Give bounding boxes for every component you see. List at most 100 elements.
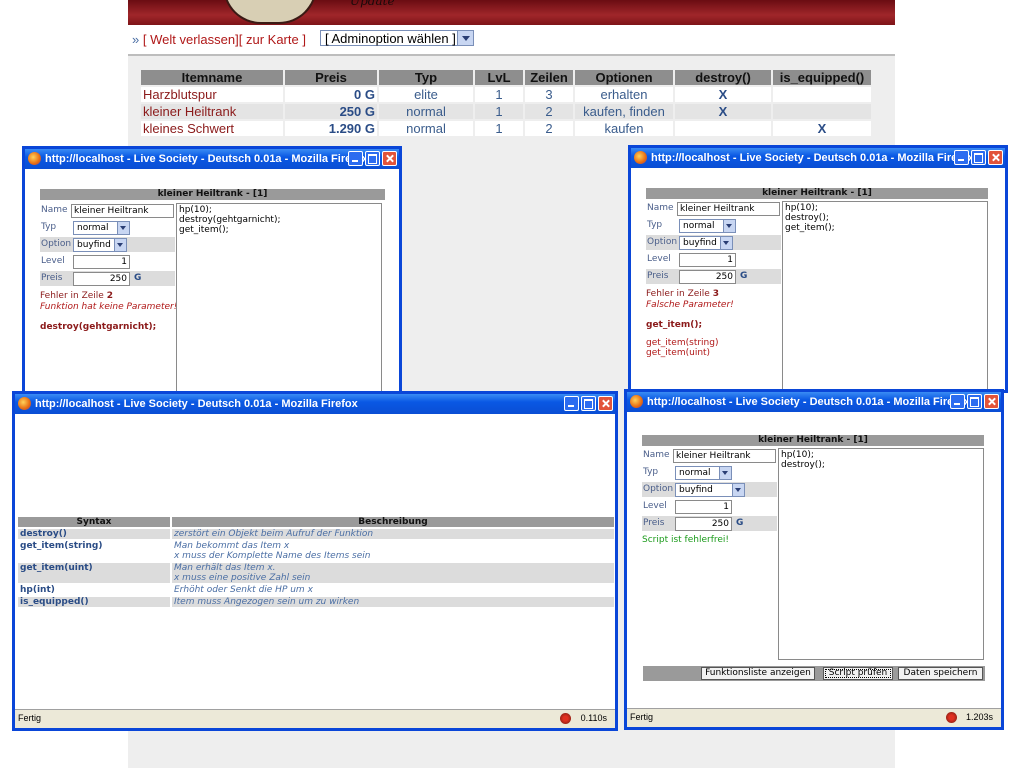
chevron-down-icon[interactable] <box>723 220 735 232</box>
chevron-down-icon[interactable] <box>457 31 473 45</box>
col-destroy: destroy() <box>675 70 771 85</box>
price-row: Preis 250 G <box>646 269 781 284</box>
chevron-down-icon[interactable] <box>117 222 129 234</box>
popup-window-editor-error-2[interactable]: http://localhost - Live Society - Deutsc… <box>628 145 1008 393</box>
level-field[interactable]: 1 <box>679 253 736 267</box>
function-table-header: Syntax Beschreibung <box>18 517 614 527</box>
option-select[interactable]: buyfind <box>73 238 127 252</box>
popup-window-function-list[interactable]: http://localhost - Live Society - Deutsc… <box>12 391 618 731</box>
close-icon[interactable] <box>984 394 999 409</box>
option-select[interactable]: buyfind <box>679 236 733 250</box>
check-script-button[interactable]: Script prüfen <box>823 667 893 680</box>
chevron-down-icon[interactable] <box>720 237 732 249</box>
close-icon[interactable] <box>382 151 397 166</box>
popup-window-editor-ok[interactable]: http://localhost - Live Society - Deutsc… <box>624 389 1004 730</box>
type-select[interactable]: normal <box>679 219 736 233</box>
price-currency: G <box>736 518 744 528</box>
chevron-down-icon[interactable] <box>114 239 126 251</box>
function-syntax: destroy() <box>18 529 170 539</box>
name-field[interactable]: kleiner Heiltrank <box>673 449 776 463</box>
table-row: hp(int) Erhöht oder Senkt die HP um x <box>18 585 614 595</box>
price-field[interactable]: 250 <box>675 517 732 531</box>
col-price: Preis <box>285 70 377 85</box>
window-titlebar[interactable]: http://localhost - Live Society - Deutsc… <box>631 148 1005 168</box>
option-label: Option <box>643 484 674 494</box>
script-editor[interactable]: hp(10); destroy(gehtgarnicht); get_item(… <box>176 203 382 393</box>
name-row: Name kleiner Heiltrank <box>646 201 781 216</box>
item-price: 0 G <box>285 87 377 102</box>
suggestion-1: get_item(string) <box>646 338 719 348</box>
item-name-link[interactable]: kleines Schwert <box>141 121 283 136</box>
maximize-icon[interactable] <box>581 396 596 411</box>
minimize-icon[interactable] <box>950 394 965 409</box>
price-currency: G <box>740 271 748 281</box>
window-titlebar[interactable]: http://localhost - Live Society - Deutsc… <box>627 392 1001 412</box>
type-select[interactable]: normal <box>73 221 130 235</box>
error-line-number: 3 <box>712 289 719 299</box>
table-row: destroy() zerstört ein Objekt beim Aufru… <box>18 529 614 539</box>
col-type: Typ <box>379 70 473 85</box>
type-value: normal <box>679 468 711 478</box>
close-icon[interactable] <box>988 150 1003 165</box>
type-row: Typ normal <box>40 220 175 235</box>
item-name-link[interactable]: Harzblutspur <box>141 87 283 102</box>
type-row: Typ normal <box>646 218 781 233</box>
logo-text: Update <box>350 0 395 8</box>
popup-window-editor-error-1[interactable]: http://localhost - Live Society - Deutsc… <box>22 146 402 396</box>
option-row: Option buyfind <box>646 235 781 250</box>
chevron-down-icon[interactable] <box>719 467 731 479</box>
function-syntax: get_item(string) <box>20 541 103 551</box>
item-equipped-flag <box>773 87 871 102</box>
script-editor[interactable]: hp(10); destroy(); get_item(); <box>782 201 988 390</box>
error-line-number: 2 <box>106 291 113 301</box>
table-row: kleiner Heiltrank 250 G normal 1 2 kaufe… <box>141 104 871 119</box>
error-code: get_item(); <box>646 320 703 330</box>
minimize-icon[interactable] <box>348 151 363 166</box>
status-text: Fertig <box>18 713 42 723</box>
save-data-button[interactable]: Daten speichern <box>898 667 983 680</box>
item-lines: 3 <box>525 87 573 102</box>
price-field[interactable]: 250 <box>73 272 130 286</box>
to-map-link[interactable]: zur Karte <box>246 32 299 47</box>
item-lvl: 1 <box>475 121 523 136</box>
error-code: destroy(gehtgarnicht); <box>40 322 157 332</box>
description-line-1: zerstört ein Objekt beim Aufruf der Funk… <box>174 529 374 539</box>
firebug-icon[interactable] <box>946 712 957 723</box>
minimize-icon[interactable] <box>954 150 969 165</box>
show-function-list-button[interactable]: Funktionsliste anzeigen <box>701 667 815 680</box>
price-label: Preis <box>41 273 63 283</box>
item-name-link[interactable]: kleiner Heiltrank <box>141 104 283 119</box>
name-field[interactable]: kleiner Heiltrank <box>677 202 780 216</box>
table-row: Harzblutspur 0 G elite 1 3 erhalten X <box>141 87 871 102</box>
item-lines: 2 <box>525 121 573 136</box>
item-options: kaufen, finden <box>575 104 673 119</box>
minimize-icon[interactable] <box>564 396 579 411</box>
level-field[interactable]: 1 <box>73 255 130 269</box>
chevron-down-icon[interactable] <box>732 484 744 496</box>
item-type: elite <box>379 87 473 102</box>
option-select[interactable]: buyfind <box>675 483 745 497</box>
leave-world-link[interactable]: Welt verlassen <box>150 32 235 47</box>
price-row: Preis 250 G <box>642 516 777 531</box>
close-icon[interactable] <box>598 396 613 411</box>
load-timer: 1.203s <box>965 712 993 722</box>
name-label: Name <box>647 203 674 213</box>
firebug-icon[interactable] <box>560 713 571 724</box>
script-editor[interactable]: hp(10); destroy(); <box>778 448 984 660</box>
price-field[interactable]: 250 <box>679 270 736 284</box>
script-ok-message: Script ist fehlerfrei! <box>642 535 730 545</box>
maximize-icon[interactable] <box>365 151 380 166</box>
window-titlebar[interactable]: http://localhost - Live Society - Deutsc… <box>15 394 615 414</box>
level-row: Level 1 <box>40 254 175 269</box>
maximize-icon[interactable] <box>971 150 986 165</box>
name-field[interactable]: kleiner Heiltrank <box>71 204 174 218</box>
option-value: buyfind <box>679 485 713 495</box>
maximize-icon[interactable] <box>967 394 982 409</box>
window-titlebar[interactable]: http://localhost - Live Society - Deutsc… <box>25 149 399 169</box>
firefox-icon <box>28 152 41 165</box>
item-lvl: 1 <box>475 87 523 102</box>
item-equipped-flag: X <box>773 121 871 136</box>
type-select[interactable]: normal <box>675 466 732 480</box>
admin-option-select[interactable]: [ Adminoption wählen ] <box>320 30 474 46</box>
level-field[interactable]: 1 <box>675 500 732 514</box>
